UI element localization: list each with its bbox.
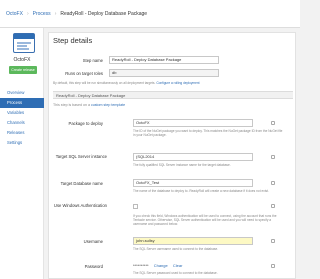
password-hint: The SQL Server password used to connect … <box>133 271 218 275</box>
windows-auth-label: Use Windows Authentication <box>53 203 107 208</box>
database-name-input[interactable]: OctoFX_Test <box>133 179 253 187</box>
breadcrumb-separator: › <box>26 10 29 17</box>
step-name-label: Step name <box>82 58 103 63</box>
sidebar-nav: Overview Process Variables Channels Rele… <box>0 88 44 148</box>
breadcrumb-middle[interactable]: Process <box>33 11 51 17</box>
project-logo-icon <box>13 33 35 53</box>
database-name-label: Target Database name <box>60 181 103 186</box>
sidebar-item-process[interactable]: Process <box>0 98 44 108</box>
rolling-deployment-link[interactable]: Configure a rolling deployment <box>156 81 199 85</box>
username-label: Username <box>83 239 103 244</box>
username-hint: The SQL Server username used to connect … <box>133 247 219 251</box>
package-input[interactable]: OctoFX <box>133 119 253 127</box>
sql-instance-label: Target SQL Server instance <box>55 154 107 159</box>
windows-auth-hint: If you check this field, Windows authent… <box>133 214 277 227</box>
sidebar-item-overview[interactable]: Overview <box>0 88 44 98</box>
sidebar-item-releases[interactable]: Releases <box>0 128 44 138</box>
page-title: Step details <box>53 36 93 45</box>
sidebar-item-settings[interactable]: Settings <box>0 138 44 148</box>
variable-binding-icon[interactable] <box>271 239 275 243</box>
database-name-hint: The name of the database to deploy to. R… <box>133 189 269 193</box>
sql-instance-hint: The fully qualified SQL Server instance … <box>133 163 231 167</box>
variable-binding-icon[interactable] <box>271 181 275 185</box>
password-label: Password <box>84 264 103 269</box>
breadcrumb-root[interactable]: OctoFX <box>6 11 23 17</box>
template-note: This step is based on a custom step temp… <box>53 103 126 107</box>
breadcrumb-separator: › <box>54 10 57 17</box>
step-name-input[interactable]: ReadyRoll - Deploy Database Package <box>109 56 219 64</box>
breadcrumb-current: ReadyRoll - Deploy Database Package <box>60 10 148 17</box>
project-name: OctoFX <box>13 57 31 63</box>
breadcrumb: OctoFX › Process › ReadyRoll - Deploy Da… <box>0 0 300 28</box>
default-run-note: By default, this step will be run simult… <box>53 81 200 85</box>
password-clear-link[interactable]: Clear <box>173 263 183 268</box>
sidebar-item-channels[interactable]: Channels <box>0 118 44 128</box>
runs-on-label: Runs on target roles <box>65 71 103 76</box>
sql-instance-input[interactable]: (SQL2014 <box>133 153 253 161</box>
package-label: Package to deploy <box>68 121 103 126</box>
password-value: ********** Change Clear <box>133 263 183 268</box>
username-input[interactable]: john.sullsy <box>133 237 253 245</box>
step-details-panel: Step details Step name ReadyRoll - Deplo… <box>48 32 296 279</box>
variable-binding-icon[interactable] <box>271 155 275 159</box>
create-release-button[interactable]: Create release <box>9 66 37 74</box>
variable-binding-icon[interactable] <box>271 204 275 208</box>
package-hint: The ID of the NuGet package you want to … <box>133 129 283 138</box>
variable-binding-icon[interactable] <box>271 121 275 125</box>
variable-binding-icon[interactable] <box>271 264 275 268</box>
sidebar-item-variables[interactable]: Variables <box>0 108 44 118</box>
windows-auth-checkbox[interactable] <box>133 204 138 209</box>
step-template-link[interactable]: custom step template <box>91 103 125 107</box>
password-change-link[interactable]: Change <box>154 263 168 268</box>
section-header: ReadyRoll - Deploy Database Package <box>53 91 293 99</box>
target-roles-select[interactable]: db <box>109 69 219 77</box>
